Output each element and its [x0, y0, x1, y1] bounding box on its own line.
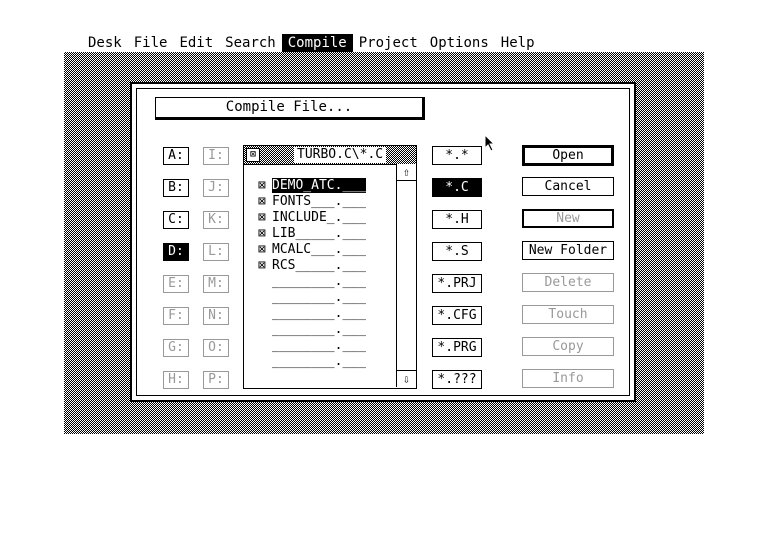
drive-m-button: M:: [203, 275, 229, 293]
filter-button[interactable]: *.CFG: [432, 306, 482, 325]
drive-o-button: O:: [203, 339, 229, 357]
folder-icon: ⊠: [258, 258, 266, 273]
cancel-button[interactable]: Cancel: [522, 177, 614, 196]
file-list: ⊠ DEMO_ATC.___ ⊠ FONTS___.___ ⊠ INCLUDE_.___ ⊠…: [258, 178, 394, 370]
file-list-item[interactable]: ⊠ RCS_____.___: [258, 258, 394, 274]
menu-bar: Desk File Edit Search Compile Project Options H…: [82, 34, 541, 52]
open-button[interactable]: Open: [522, 145, 614, 166]
dialog-title: Compile File...: [155, 97, 425, 120]
file-list-item[interactable]: ⊠ DEMO_ATC.___: [258, 178, 394, 194]
menu-desk[interactable]: Desk: [82, 34, 128, 52]
file-list-item[interactable]: ⊠ LIB_____.___: [258, 226, 394, 242]
drive-e-button: E:: [163, 275, 189, 293]
folder-icon: ⊠: [258, 210, 266, 225]
drive-d-button[interactable]: D:: [163, 243, 189, 261]
delete-button: Delete: [522, 273, 614, 292]
drive-k-button: K:: [203, 211, 229, 229]
menu-edit[interactable]: Edit: [173, 34, 219, 52]
empty-slot-icon: [258, 306, 272, 322]
scrollbar[interactable]: ⇧ ⇩: [396, 164, 416, 387]
new-button[interactable]: New: [522, 209, 614, 228]
filter-button[interactable]: *.PRG: [432, 338, 482, 357]
file-name: RCS_____.___: [272, 258, 366, 273]
menu-compile[interactable]: Compile: [281, 34, 353, 52]
file-name: INCLUDE_.___: [272, 210, 366, 225]
folder-icon: ⊠: [258, 226, 266, 241]
close-box-icon[interactable]: ⊠: [246, 148, 260, 162]
file-name: ________.___: [272, 306, 366, 321]
menu-project[interactable]: Project: [353, 34, 424, 52]
filter-button[interactable]: *.H: [432, 210, 482, 229]
filter-button[interactable]: *.*: [432, 146, 482, 165]
menu-file[interactable]: File: [128, 34, 174, 52]
drive-n-button: N:: [203, 307, 229, 325]
file-name: LIB_____.___: [272, 226, 366, 241]
file-name: ________.___: [272, 354, 366, 369]
drive-a-button[interactable]: A:: [163, 147, 189, 165]
file-name: ________.___: [272, 290, 366, 305]
drive-p-button: P:: [203, 371, 229, 389]
drive-h-button: H:: [163, 371, 189, 389]
file-list-item[interactable]: ________.___: [258, 322, 394, 338]
arrow-down-icon[interactable]: ⇩: [397, 370, 416, 387]
mouse-pointer-icon: [484, 134, 496, 152]
new-folder-button[interactable]: New Folder: [522, 241, 614, 260]
file-list-header: ⊠ TURBO.C\*.C: [244, 146, 416, 165]
folder-icon: ⊠: [258, 178, 266, 193]
file-name: MCALC___.___: [272, 242, 366, 257]
info-button: Info: [522, 369, 614, 388]
file-list-item[interactable]: ⊠ MCALC___.___: [258, 242, 394, 258]
file-list-item[interactable]: ________.___: [258, 274, 394, 290]
drive-g-button: G:: [163, 339, 189, 357]
filter-button[interactable]: *.???: [432, 370, 482, 389]
empty-slot-icon: [258, 274, 272, 290]
file-name: ________.___: [272, 274, 366, 289]
file-list-item[interactable]: ⊠ INCLUDE_.___: [258, 210, 394, 226]
file-list-item[interactable]: ________.___: [258, 290, 394, 306]
drive-c-button[interactable]: C:: [163, 211, 189, 229]
menu-options[interactable]: Options: [424, 34, 495, 52]
touch-button: Touch: [522, 305, 614, 324]
copy-button: Copy: [522, 337, 614, 356]
drive-i-button: I:: [203, 147, 229, 165]
empty-slot-icon: [258, 290, 272, 306]
file-list-item[interactable]: ________.___: [258, 354, 394, 370]
file-list-box: ⊠ TURBO.C\*.C ⊠ DEMO_ATC.___ ⊠ FONTS___.___…: [243, 145, 417, 389]
empty-slot-icon: [258, 338, 272, 354]
file-list-item[interactable]: ________.___: [258, 338, 394, 354]
file-list-item[interactable]: ⊠ FONTS___.___: [258, 194, 394, 210]
file-name: ________.___: [272, 338, 366, 353]
file-name: DEMO_ATC.___: [272, 178, 366, 193]
empty-slot-icon: [258, 354, 272, 370]
arrow-up-icon[interactable]: ⇧: [397, 164, 416, 181]
file-name: FONTS___.___: [272, 194, 366, 209]
path-label[interactable]: TURBO.C\*.C: [294, 147, 387, 163]
empty-slot-icon: [258, 322, 272, 338]
drive-l-button: L:: [203, 243, 229, 261]
menu-help[interactable]: Help: [495, 34, 541, 52]
drive-b-button[interactable]: B:: [163, 179, 189, 197]
folder-icon: ⊠: [258, 194, 266, 209]
folder-icon: ⊠: [258, 242, 266, 257]
filter-button[interactable]: *.PRJ: [432, 274, 482, 293]
drive-f-button: F:: [163, 307, 189, 325]
file-list-item[interactable]: ________.___: [258, 306, 394, 322]
drive-j-button: J:: [203, 179, 229, 197]
menu-search[interactable]: Search: [219, 34, 282, 52]
file-name: ________.___: [272, 322, 366, 337]
filter-button[interactable]: *.S: [432, 242, 482, 261]
filter-button[interactable]: *.C: [432, 178, 482, 197]
